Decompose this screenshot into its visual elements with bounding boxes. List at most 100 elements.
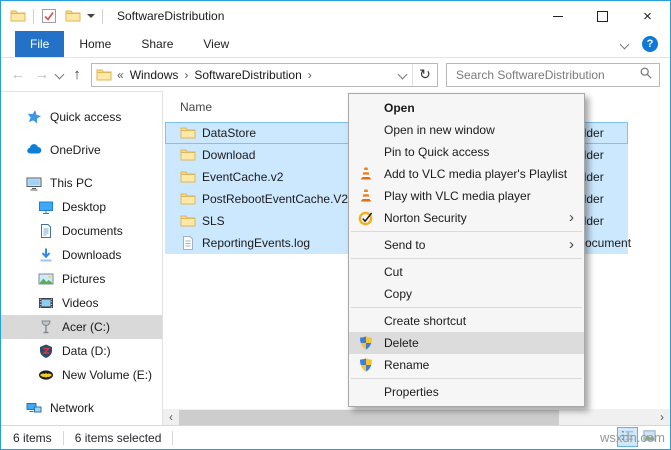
minimize-button[interactable] <box>535 1 580 31</box>
menu-item-pin-to-quick-access[interactable]: Pin to Quick access <box>349 141 584 163</box>
pictures-icon <box>38 271 54 287</box>
search-box[interactable] <box>446 63 660 87</box>
details-view-icon <box>620 428 635 446</box>
minimize-icon <box>553 16 563 17</box>
scrollbar-thumb[interactable] <box>179 410 559 425</box>
sidebar-item-label: This PC <box>50 176 93 190</box>
ribbon-expand-chevron-icon[interactable] <box>620 39 630 49</box>
sidebar-item-label: New Volume (E:) <box>62 368 152 382</box>
sidebar-item-network[interactable]: Network <box>1 396 162 420</box>
menu-item-properties[interactable]: Properties <box>349 381 584 403</box>
address-bar[interactable]: « Windows › SoftwareDistribution › ↻ <box>91 63 438 87</box>
sidebar-item-data-d[interactable]: Data (D:) <box>1 339 162 363</box>
menu-item-norton-security[interactable]: Norton Security› <box>349 207 584 229</box>
divider <box>63 431 64 445</box>
breadcrumb-windows[interactable]: Windows <box>130 68 179 82</box>
scroll-left-icon[interactable]: ‹ <box>163 409 179 426</box>
sidebar-item-quick-access[interactable]: Quick access <box>1 105 162 129</box>
address-folder-icon <box>96 67 112 83</box>
menu-item-add-to-vlc-media-player-s-playlist[interactable]: Add to VLC media player's Playlist <box>349 163 584 185</box>
tab-home[interactable]: Home <box>64 31 126 57</box>
folder-icon <box>180 147 196 163</box>
divider <box>102 9 103 24</box>
breadcrumb-chevron-icon[interactable]: › <box>308 68 312 82</box>
search-input[interactable] <box>456 68 639 82</box>
sidebar-item-label: Documents <box>62 224 123 238</box>
qat-customize-caret-icon[interactable] <box>87 14 95 18</box>
menu-item-label: Norton Security <box>384 211 467 225</box>
refresh-icon[interactable]: ↻ <box>413 66 437 83</box>
menu-item-rename[interactable]: Rename <box>349 354 584 376</box>
menu-item-create-shortcut[interactable]: Create shortcut <box>349 310 584 332</box>
address-toolbar: ← → ↑ « Windows › SoftwareDistribution ›… <box>1 58 670 92</box>
sidebar-item-label: Videos <box>62 296 98 310</box>
ribbon-tabs: FileHomeShareView ? <box>1 31 670 58</box>
sidebar-item-pictures[interactable]: Pictures <box>1 267 162 291</box>
app-folder-icon <box>10 8 26 24</box>
drive-d-icon <box>38 343 54 359</box>
breadcrumb-overflow[interactable]: « <box>117 68 124 82</box>
submenu-arrow-icon: › <box>569 234 574 256</box>
file-icon <box>180 235 196 251</box>
sidebar-item-this-pc[interactable]: This PC <box>1 171 162 195</box>
sidebar-item-new-volume-e[interactable]: New Volume (E:) <box>1 363 162 387</box>
folder-icon <box>180 125 196 141</box>
scroll-right-icon[interactable]: › <box>654 409 670 426</box>
search-icon[interactable] <box>639 66 653 83</box>
maximize-button[interactable] <box>580 1 625 31</box>
menu-item-send-to[interactable]: Send to› <box>349 234 584 256</box>
sidebar-item-downloads[interactable]: Downloads <box>1 243 162 267</box>
menu-separator <box>351 231 582 232</box>
qat-properties-icon[interactable] <box>41 8 57 24</box>
this-pc-icon <box>26 175 42 191</box>
menu-item-open[interactable]: Open <box>349 97 584 119</box>
tab-share[interactable]: Share <box>126 31 188 57</box>
address-dropdown-button[interactable] <box>392 64 412 86</box>
sidebar-item-label: OneDrive <box>50 143 101 157</box>
forward-button[interactable]: → <box>30 63 54 87</box>
sidebar-item-desktop[interactable]: Desktop <box>1 195 162 219</box>
close-button[interactable]: × <box>625 1 670 31</box>
breadcrumb-chevron-icon[interactable]: › <box>184 68 188 82</box>
menu-item-delete[interactable]: Delete <box>349 332 584 354</box>
menu-item-label: Delete <box>384 336 419 350</box>
file-name: Download <box>202 148 255 162</box>
vlc-icon <box>358 166 374 182</box>
menu-item-copy[interactable]: Copy <box>349 283 584 305</box>
divider <box>172 431 173 445</box>
sidebar-item-label: Acer (C:) <box>62 320 110 334</box>
sidebar-item-onedrive[interactable]: OneDrive <box>1 138 162 162</box>
icons-view-button[interactable] <box>639 427 660 447</box>
up-button[interactable]: ↑ <box>65 63 89 87</box>
menu-item-label: Add to VLC media player's Playlist <box>384 167 567 181</box>
details-view-button[interactable] <box>617 427 638 447</box>
drive-c-icon <box>38 319 54 335</box>
tab-view[interactable]: View <box>188 31 244 57</box>
titlebar: SoftwareDistribution × <box>1 1 670 31</box>
back-button[interactable]: ← <box>6 63 30 87</box>
sidebar-item-acer-c[interactable]: Acer (C:) <box>1 315 162 339</box>
menu-item-play-with-vlc-media-player[interactable]: Play with VLC media player <box>349 185 584 207</box>
menu-item-open-in-new-window[interactable]: Open in new window <box>349 119 584 141</box>
selected-count: 6 items selected <box>75 431 162 445</box>
sidebar-item-label: Pictures <box>62 272 105 286</box>
items-count: 6 items <box>13 431 52 445</box>
divider <box>33 9 34 24</box>
menu-item-cut[interactable]: Cut <box>349 261 584 283</box>
sidebar: Quick access OneDrive This PC Desktop Docume… <box>1 91 163 426</box>
file-name: EventCache.v2 <box>202 170 283 184</box>
maximize-icon <box>597 11 608 22</box>
qat-new-folder-icon[interactable] <box>65 8 81 24</box>
tab-file[interactable]: File <box>15 31 64 57</box>
sidebar-item-label: Downloads <box>62 248 121 262</box>
recent-locations-chevron-icon[interactable] <box>55 70 65 80</box>
breadcrumb-softwaredistribution[interactable]: SoftwareDistribution <box>194 68 301 82</box>
horizontal-scrollbar[interactable]: ‹ › <box>163 409 670 426</box>
network-icon <box>26 400 42 416</box>
downloads-icon <box>38 247 54 263</box>
column-header-name[interactable]: Name <box>180 100 212 114</box>
window-title: SoftwareDistribution <box>117 9 224 23</box>
sidebar-item-videos[interactable]: Videos <box>1 291 162 315</box>
sidebar-item-documents[interactable]: Documents <box>1 219 162 243</box>
help-icon[interactable]: ? <box>642 36 658 52</box>
